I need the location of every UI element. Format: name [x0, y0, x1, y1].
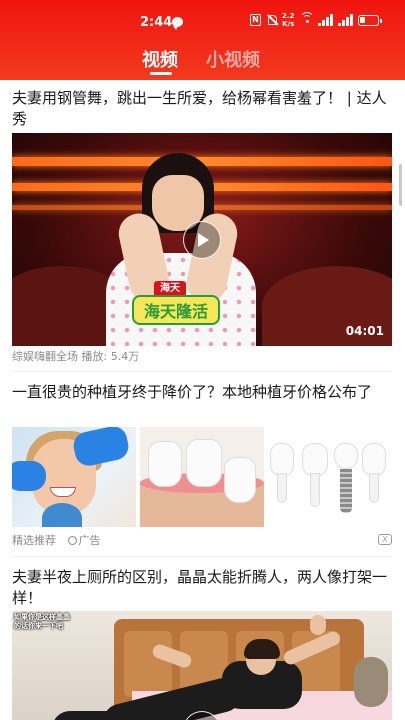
ad-label: 广告	[78, 534, 101, 547]
signal-icon-2	[338, 14, 354, 26]
status-bar: 2:44 N 2.2 K/s	[0, 0, 405, 44]
wifi-icon	[300, 12, 314, 26]
scrollbar[interactable]	[399, 164, 402, 206]
tab-video[interactable]: 视频	[142, 46, 178, 72]
ad-meta: 精选推荐 广告	[12, 532, 101, 548]
close-ad-button[interactable]: X	[378, 534, 392, 545]
status-time: 2:44	[140, 15, 173, 30]
video-title-3[interactable]: 夫妻半夜上厕所的区别，晶晶太能折腾人，两人像打架一样！	[12, 567, 392, 609]
video-meta-1: 综娱嗨翻全场 播放: 5.4万	[12, 348, 139, 364]
ad-image-implant[interactable]	[268, 427, 392, 527]
video-thumbnail-3[interactable]: 如果你是这样晶晶的话你来一下吧	[12, 611, 392, 720]
video-feed[interactable]: 夫妻用钢管舞，跳出一生所爱，给杨幂看害羞了！ | 达人秀 海天 海天隆活 04:…	[0, 80, 405, 720]
ad-icon	[67, 536, 77, 545]
message-icon	[172, 17, 183, 30]
video-caption: 如果你是这样晶晶的话你来一下吧	[14, 613, 70, 630]
app-header: 2:44 N 2.2 K/s 视频 小视频	[0, 0, 405, 80]
ad-image-dentist[interactable]	[12, 427, 136, 527]
divider	[12, 556, 392, 557]
network-speed: 2.2 K/s	[282, 12, 295, 28]
active-tab-indicator	[150, 72, 172, 75]
ad-image-teeth[interactable]	[140, 427, 264, 527]
video-source[interactable]: 综娱嗨翻全场	[12, 350, 78, 363]
play-icon[interactable]	[183, 221, 221, 259]
video-title-1[interactable]: 夫妻用钢管舞，跳出一生所爱，给杨幂看害羞了！ | 达人秀	[12, 88, 392, 130]
play-count: 播放: 5.4万	[81, 350, 140, 363]
tab-short-video[interactable]: 小视频	[206, 46, 260, 72]
divider	[12, 371, 392, 372]
video-thumbnail-1[interactable]: 海天 海天隆活 04:01	[12, 133, 392, 346]
tab-bar: 视频 小视频	[0, 44, 405, 80]
battery-icon	[358, 15, 382, 26]
ad-images[interactable]	[12, 427, 392, 527]
signal-icon-1	[318, 14, 334, 26]
video-duration: 04:01	[345, 324, 384, 338]
mute-icon	[266, 14, 278, 26]
ad-source: 精选推荐	[12, 534, 56, 547]
nfc-icon: N	[250, 14, 261, 26]
show-logo: 海天 海天隆活	[132, 281, 220, 327]
ad-title[interactable]: 一直很贵的种植牙终于降价了？本地种植牙价格公布了	[12, 382, 392, 403]
